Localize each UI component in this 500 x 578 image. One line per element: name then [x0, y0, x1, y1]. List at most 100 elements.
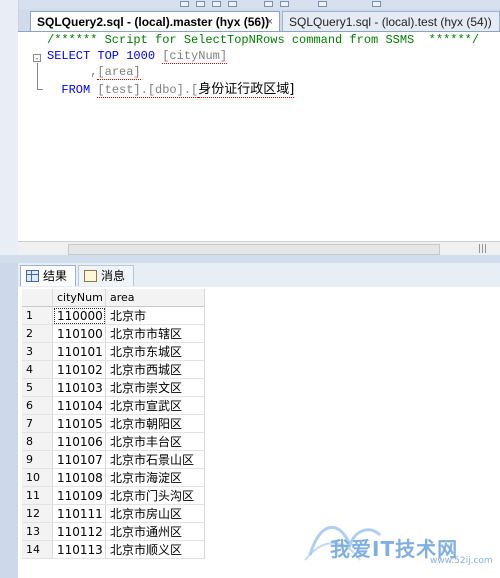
row-number-cell[interactable]: 6 — [22, 396, 53, 415]
code-select-line: SELECT TOP 1000 [cityNum] — [47, 48, 228, 64]
identifier: [test].[dbo].[ — [97, 83, 199, 98]
area-cell[interactable]: 北京市宣武区 — [105, 396, 205, 415]
pane-splitter[interactable] — [0, 255, 500, 263]
tab-label: 消息 — [101, 269, 126, 283]
column-header[interactable]: cityNum — [52, 289, 106, 307]
editor-left-margin — [0, 0, 19, 255]
area-cell[interactable]: 北京市市辖区 — [105, 324, 205, 343]
area-cell[interactable]: 北京市 — [105, 306, 205, 325]
citynum-cell[interactable]: 110105 — [52, 414, 106, 433]
row-number-cell[interactable]: 14 — [22, 540, 53, 559]
punctuation: , — [47, 65, 98, 79]
citynum-cell[interactable]: 110104 — [52, 396, 106, 415]
table-row[interactable]: 3 110101 北京市东城区 — [22, 342, 205, 361]
tab-messages[interactable]: 消息 — [78, 265, 134, 286]
table-row[interactable]: 1 110000 北京市 — [22, 306, 205, 325]
results-tab-bar: 结果 消息 — [18, 263, 500, 288]
table-row[interactable]: 12 110111 北京市房山区 — [22, 504, 205, 523]
area-cell[interactable]: 北京市门头沟区 — [105, 486, 205, 505]
citynum-cell[interactable]: 110113 — [52, 540, 106, 559]
keyword: FROM — [47, 83, 91, 97]
row-number-cell[interactable]: 9 — [22, 450, 53, 469]
scrollbar-thumb[interactable] — [68, 244, 440, 255]
citynum-cell[interactable]: 110100 — [52, 324, 106, 343]
citynum-cell[interactable]: 110109 — [52, 486, 106, 505]
area-cell[interactable]: 北京市西城区 — [105, 360, 205, 379]
tab-label: SQLQuery2.sql - (local).master (hyx (56)… — [37, 15, 270, 29]
row-number-cell[interactable]: 5 — [22, 378, 53, 397]
citynum-cell[interactable]: 110111 — [52, 504, 106, 523]
fold-guide — [37, 63, 38, 89]
table-row[interactable]: 5 110103 北京市崇文区 — [22, 378, 205, 397]
citynum-cell[interactable]: 110103 — [52, 378, 106, 397]
citynum-cell[interactable]: 110112 — [52, 522, 106, 541]
corner-cell[interactable] — [22, 289, 53, 307]
tab-sqlquery1[interactable]: SQLQuery1.sql - (local).test (hyx (54)) — [282, 11, 500, 31]
citynum-cell[interactable]: 110108 — [52, 468, 106, 487]
table-row[interactable]: 9 110107 北京市石景山区 — [22, 450, 205, 469]
row-number-cell[interactable]: 4 — [22, 360, 53, 379]
column-header[interactable]: area — [105, 289, 205, 307]
table-row[interactable]: 14 110113 北京市顺义区 — [22, 540, 205, 559]
code-comment: /****** Script for SelectTopNRows comman… — [47, 33, 480, 47]
table-row[interactable]: 4 110102 北京市西城区 — [22, 360, 205, 379]
header-row: cityNum area — [22, 289, 205, 307]
table-name: 身份证行政区域] — [198, 82, 295, 98]
table-row[interactable]: 11 110109 北京市门头沟区 — [22, 486, 205, 505]
row-number-cell[interactable]: 12 — [22, 504, 53, 523]
area-cell[interactable]: 北京市顺义区 — [105, 540, 205, 559]
citynum-cell[interactable]: 110000 — [52, 306, 106, 325]
area-cell[interactable]: 北京市海淀区 — [105, 468, 205, 487]
toolbar-icon[interactable] — [372, 1, 381, 7]
watermark-url: www.52ij.com — [430, 556, 493, 566]
results-grid[interactable]: cityNum area 1 110000 北京市 2 110100 北京市市辖区 3 110… — [22, 289, 205, 559]
code-from-line: FROM [test].[dbo].[身份证行政区域] — [47, 82, 295, 98]
citynum-cell[interactable]: 110107 — [52, 450, 106, 469]
area-cell[interactable]: 北京市房山区 — [105, 504, 205, 523]
table-row[interactable]: 7 110105 北京市朝阳区 — [22, 414, 205, 433]
area-cell[interactable]: 北京市朝阳区 — [105, 414, 205, 433]
close-icon[interactable]: × — [267, 12, 273, 31]
tab-label: SQLQuery1.sql - (local).test (hyx (54)) — [289, 15, 492, 29]
code-column-line: ,[area] — [47, 64, 141, 80]
horizontal-scrollbar[interactable]: ||| — [18, 241, 500, 256]
table-row[interactable]: 6 110104 北京市宣武区 — [22, 396, 205, 415]
row-number-cell[interactable]: 8 — [22, 432, 53, 451]
toolbar-icon[interactable] — [264, 1, 273, 7]
citynum-cell[interactable]: 110106 — [52, 432, 106, 451]
area-cell[interactable]: 北京市石景山区 — [105, 450, 205, 469]
row-number-cell[interactable]: 11 — [22, 486, 53, 505]
toolbar-icon[interactable] — [212, 1, 221, 7]
area-cell[interactable]: 北京市东城区 — [105, 342, 205, 361]
row-number-cell[interactable]: 13 — [22, 522, 53, 541]
message-icon — [84, 270, 97, 282]
table-row[interactable]: 10 110108 北京市海淀区 — [22, 468, 205, 487]
citynum-cell[interactable]: 110102 — [52, 360, 106, 379]
row-number-cell[interactable]: 1 — [22, 306, 53, 325]
grid-icon — [26, 270, 39, 282]
row-number-cell[interactable]: 3 — [22, 342, 53, 361]
table-row[interactable]: 8 110106 北京市丰台区 — [22, 432, 205, 451]
area-cell[interactable]: 北京市崇文区 — [105, 378, 205, 397]
query-editor[interactable]: - /****** Script for SelectTopNRows comm… — [18, 31, 500, 242]
table-row[interactable]: 13 110112 北京市通州区 — [22, 522, 205, 541]
area-cell[interactable]: 北京市通州区 — [105, 522, 205, 541]
table-row[interactable]: 2 110100 北京市市辖区 — [22, 324, 205, 343]
row-number-cell[interactable]: 7 — [22, 414, 53, 433]
row-number-cell[interactable]: 2 — [22, 324, 53, 343]
toolbar-icon[interactable] — [280, 1, 289, 7]
toolbar-icon[interactable] — [318, 1, 327, 7]
toolbar-icon[interactable] — [196, 1, 205, 7]
grip-icon: ||| — [478, 244, 488, 254]
toolbar-icon[interactable] — [228, 1, 237, 7]
toolbar-icon[interactable] — [180, 1, 189, 7]
row-number-cell[interactable]: 10 — [22, 468, 53, 487]
tab-label: 结果 — [43, 269, 68, 283]
tab-sqlquery2[interactable]: SQLQuery2.sql - (local).master (hyx (56)… — [30, 11, 280, 31]
keyword: SELECT TOP 1000 — [47, 49, 156, 63]
tab-results[interactable]: 结果 — [20, 265, 76, 286]
citynum-cell[interactable]: 110101 — [52, 342, 106, 361]
area-cell[interactable]: 北京市丰台区 — [105, 432, 205, 451]
identifier: [area] — [97, 65, 141, 80]
collapse-icon[interactable]: - — [33, 54, 41, 63]
